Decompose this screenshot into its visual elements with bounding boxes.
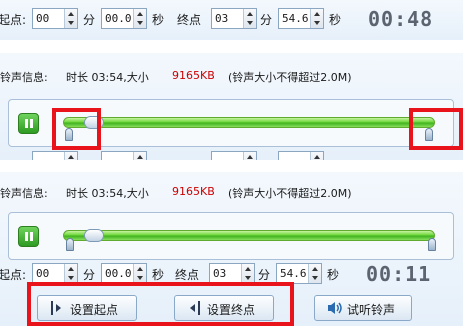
start-second-value: 00.0 (105, 267, 132, 280)
stepper-arrows[interactable] (310, 9, 323, 28)
timer-display: 00:11 (366, 262, 432, 286)
start-marker-handle[interactable] (66, 238, 74, 251)
start-second-value: 00.0 (105, 12, 132, 25)
size-text: 9165KB (172, 185, 215, 198)
second-label: 秒 (152, 13, 165, 27)
speaker-icon (328, 302, 342, 314)
end-minute-value: 03 (215, 12, 229, 25)
minute-label: 分 (258, 268, 271, 282)
info-label: 铃声信息: (0, 187, 48, 200)
time-row-peek (0, 151, 463, 160)
end-minute-stepper[interactable] (211, 151, 257, 160)
stepper-arrows[interactable] (241, 264, 254, 283)
second-label: 秒 (327, 268, 340, 282)
trim-slider-box (8, 212, 454, 260)
start-minute-stepper[interactable] (32, 151, 78, 160)
end-second-stepper[interactable] (278, 151, 324, 160)
start-second-stepper[interactable]: 00.0 (101, 8, 147, 29)
trim-track[interactable] (63, 117, 435, 128)
start-minute-value: 00 (36, 12, 50, 25)
end-second-value: 54.6 (280, 267, 307, 280)
playhead-knob[interactable] (84, 229, 105, 242)
time-row-top: 起点: 00 分 00.0 秒 终点 03 分 54.6 秒 00:48 (0, 7, 463, 31)
start-marker-highlight (52, 108, 101, 150)
pause-icon[interactable] (18, 226, 39, 247)
size-limit-note: (铃声大小不得超过2.0M) (228, 71, 352, 84)
duration-text: 时长 03:54,大小 (66, 71, 149, 84)
top-pane: 起点: 00 分 00.0 秒 终点 03 分 54.6 秒 00:48 (0, 0, 463, 40)
start-label: 起点: (0, 268, 27, 282)
second-label: 秒 (329, 13, 342, 27)
end-second-value: 54.6 (282, 12, 309, 25)
end-minute-value: 03 (213, 267, 227, 280)
minute-label: 分 (83, 268, 96, 282)
timer-display: 00:48 (368, 7, 434, 31)
end-label: 终点 (177, 13, 202, 27)
info-label: 铃声信息: (0, 71, 48, 84)
stepper-arrows[interactable] (133, 9, 146, 28)
start-minute-stepper[interactable]: 00 (32, 8, 78, 29)
start-minute-stepper[interactable]: 00 (32, 263, 78, 284)
minute-label: 分 (260, 13, 273, 27)
end-second-stepper[interactable]: 54.6 (276, 263, 322, 284)
duration-text: 时长 03:54,大小 (66, 187, 149, 200)
trim-track[interactable] (63, 230, 435, 241)
start-minute-value: 00 (36, 267, 50, 280)
preview-ringtone-label: 试听铃声 (347, 303, 396, 317)
minute-label: 分 (83, 13, 96, 27)
stepper-arrows[interactable] (64, 264, 77, 283)
pause-icon[interactable] (18, 113, 39, 134)
end-marker-highlight (409, 108, 463, 150)
ringtone-info: 铃声信息: 时长 03:54,大小 9165KB (铃声大小不得超过2.0M) (0, 69, 463, 85)
start-label: 起点: (0, 13, 27, 27)
preview-ringtone-button[interactable]: 试听铃声 (314, 295, 412, 321)
buttons-highlight (27, 282, 294, 326)
stepper-arrows[interactable] (243, 9, 256, 28)
end-minute-stepper[interactable]: 03 (209, 263, 255, 284)
size-text: 9165KB (172, 69, 215, 82)
ringtone-info: 铃声信息: 时长 03:54,大小 9165KB (铃声大小不得超过2.0M) (0, 185, 463, 201)
second-label: 秒 (152, 268, 165, 282)
size-limit-note: (铃声大小不得超过2.0M) (228, 187, 352, 200)
stepper-arrows[interactable] (64, 9, 77, 28)
end-minute-stepper[interactable]: 03 (211, 8, 257, 29)
stepper-arrows[interactable] (133, 264, 146, 283)
end-second-stepper[interactable]: 54.6 (278, 8, 324, 29)
start-second-stepper[interactable]: 00.0 (101, 263, 147, 284)
end-label: 终点 (175, 268, 200, 282)
start-second-stepper[interactable] (101, 151, 147, 160)
stepper-arrows[interactable] (308, 264, 321, 283)
end-marker-handle[interactable] (428, 238, 436, 251)
